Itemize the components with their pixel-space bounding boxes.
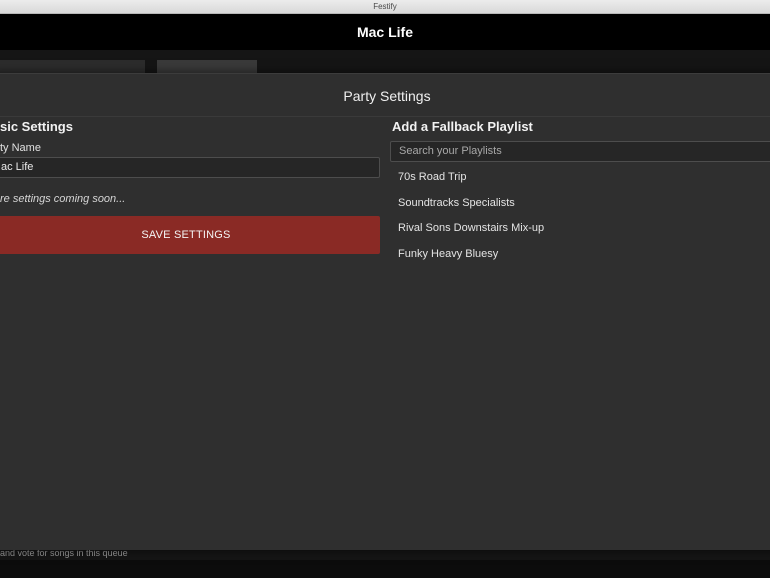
modal-header: Party Settings [0, 74, 770, 117]
background-footer [0, 560, 770, 578]
fallback-playlist-heading: Add a Fallback Playlist [392, 119, 533, 134]
playlist-item[interactable]: 70s Road Trip [398, 171, 466, 183]
app-header: Mac Life [0, 14, 770, 50]
background-tab [0, 60, 145, 74]
playlist-item[interactable]: Soundtracks Specialists [398, 197, 515, 209]
background-album-art [157, 60, 257, 74]
party-name-input[interactable]: ac Life [0, 157, 380, 178]
coming-soon-note: re settings coming soon... [0, 193, 126, 205]
window-titlebar: Festify [0, 0, 770, 14]
party-settings-modal: Party Settings sic Settings ty Name ac L… [0, 73, 770, 550]
music-settings-heading: sic Settings [0, 119, 73, 134]
search-playlists-input[interactable]: Search your Playlists [390, 141, 770, 162]
party-name-label: ty Name [0, 142, 41, 154]
window-title: Festify [373, 2, 397, 11]
playlist-item[interactable]: Rival Sons Downstairs Mix-up [398, 222, 544, 234]
app-window: Festify Mac Life and vote for songs in t… [0, 0, 770, 578]
playlist-item[interactable]: Funky Heavy Bluesy [398, 248, 498, 260]
modal-title: Party Settings [343, 88, 431, 104]
save-settings-button[interactable]: SAVE SETTINGS [0, 216, 380, 254]
party-title: Mac Life [356, 24, 413, 40]
